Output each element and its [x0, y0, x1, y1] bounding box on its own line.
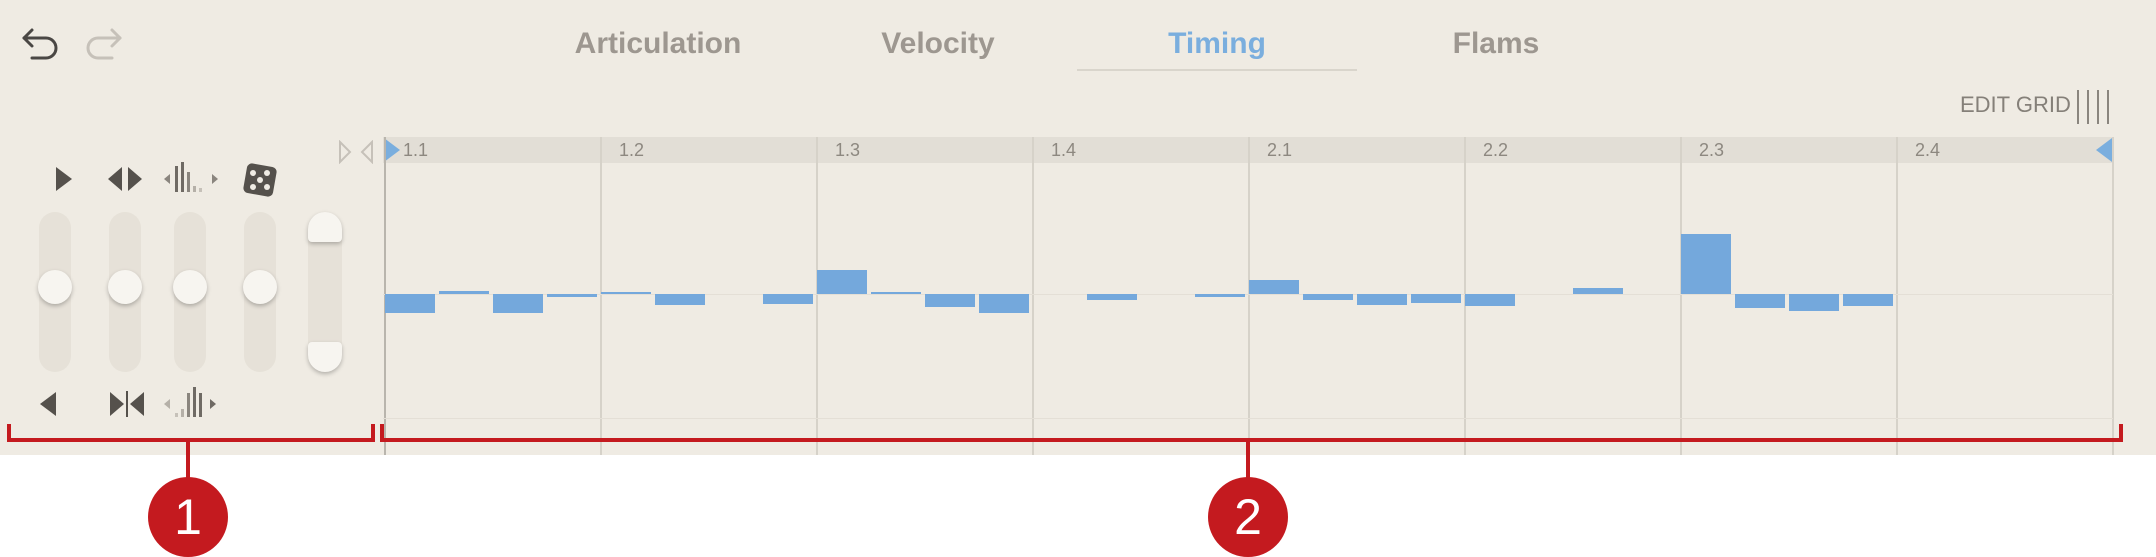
edit-grid-button[interactable]: EDIT GRID: [1960, 92, 2071, 118]
timing-step-bar[interactable]: [385, 294, 435, 314]
tab-timing[interactable]: Timing: [1117, 18, 1317, 70]
swing-bars-icon[interactable]: [162, 162, 220, 201]
timing-step-bar[interactable]: [1465, 294, 1515, 306]
timing-editor-panel: Articulation Velocity Timing Flams EDIT …: [0, 0, 2156, 455]
loop-end-marker-icon[interactable]: [2096, 138, 2112, 167]
grid-line: [1896, 137, 1898, 455]
stretch-icon[interactable]: [106, 164, 144, 199]
compress-icon[interactable]: [108, 389, 146, 424]
grid-line: [600, 137, 602, 455]
active-tab-underline: [1077, 69, 1357, 71]
tab-flams[interactable]: Flams: [1396, 18, 1596, 70]
redo-icon[interactable]: [80, 20, 126, 66]
timing-step-bar[interactable]: [493, 294, 543, 314]
timing-step-bar[interactable]: [601, 292, 651, 294]
ruler-label-1-1: 1.1: [403, 140, 429, 160]
ruler-label-1-4: 1.4: [1051, 140, 1077, 160]
grid-line: [816, 137, 818, 455]
grid-line: [1032, 137, 1034, 455]
annotation-bracket-1: [7, 424, 375, 442]
timing-step-bar[interactable]: [1843, 294, 1893, 306]
timing-step-bar[interactable]: [1087, 294, 1137, 300]
timing-step-bar[interactable]: [763, 294, 813, 304]
range-handle-bottom[interactable]: [308, 342, 342, 372]
timing-step-bar[interactable]: [1789, 294, 1839, 311]
ruler-label-2-1: 2.1: [1267, 140, 1293, 160]
range-handle-top[interactable]: [308, 212, 342, 242]
annotation-stem-2: [1246, 438, 1250, 478]
timing-step-bar[interactable]: [547, 294, 597, 297]
timing-step-bar[interactable]: [817, 270, 867, 294]
play-left-icon[interactable]: [34, 389, 62, 424]
timing-step-bar[interactable]: [439, 291, 489, 294]
grid-line: [1680, 137, 1682, 455]
slider-knob-2[interactable]: [108, 270, 142, 304]
slider-knob-3[interactable]: [173, 270, 207, 304]
tab-articulation[interactable]: Articulation: [548, 18, 768, 70]
grid-line: [2112, 137, 2114, 455]
annotation-callout-1: 1: [148, 477, 228, 557]
ruler-label-1-3: 1.3: [835, 140, 861, 160]
timing-step-bar[interactable]: [979, 294, 1029, 314]
range-start-marker-icon[interactable]: [338, 139, 374, 169]
timing-step-bar[interactable]: [655, 294, 705, 305]
tab-velocity[interactable]: Velocity: [838, 18, 1038, 70]
timing-step-bar[interactable]: [1195, 294, 1245, 297]
timing-step-bar[interactable]: [1357, 294, 1407, 305]
dice-icon[interactable]: [242, 162, 278, 203]
timing-step-bar[interactable]: [1735, 294, 1785, 309]
annotation-bracket-2: [380, 424, 2123, 442]
loop-start-marker-icon[interactable]: [384, 138, 400, 167]
timing-step-bar[interactable]: [1249, 279, 1299, 294]
grid-lines-icon[interactable]: [2074, 90, 2114, 124]
ruler-label-2-2: 2.2: [1483, 140, 1509, 160]
annotation-stem-1: [186, 438, 190, 478]
play-right-icon[interactable]: [50, 164, 78, 199]
timing-step-bar[interactable]: [1411, 294, 1461, 303]
timing-step-bar[interactable]: [1573, 288, 1623, 294]
slider-knob-4[interactable]: [243, 270, 277, 304]
timing-step-bar[interactable]: [1681, 234, 1731, 294]
timing-step-bar[interactable]: [925, 294, 975, 308]
swing-bars-small-icon[interactable]: [162, 387, 220, 426]
annotation-callout-2: 2: [1208, 477, 1288, 557]
timing-step-bar[interactable]: [1303, 294, 1353, 300]
ruler-label-2-3: 2.3: [1699, 140, 1725, 160]
ruler-label-2-4: 2.4: [1915, 140, 1941, 160]
ruler-label-1-2: 1.2: [619, 140, 645, 160]
slider-knob-1[interactable]: [38, 270, 72, 304]
grid-bottom-line: [383, 418, 2113, 419]
timing-step-bar[interactable]: [871, 292, 921, 294]
undo-icon[interactable]: [18, 20, 64, 66]
grid-line: [1248, 137, 1250, 455]
